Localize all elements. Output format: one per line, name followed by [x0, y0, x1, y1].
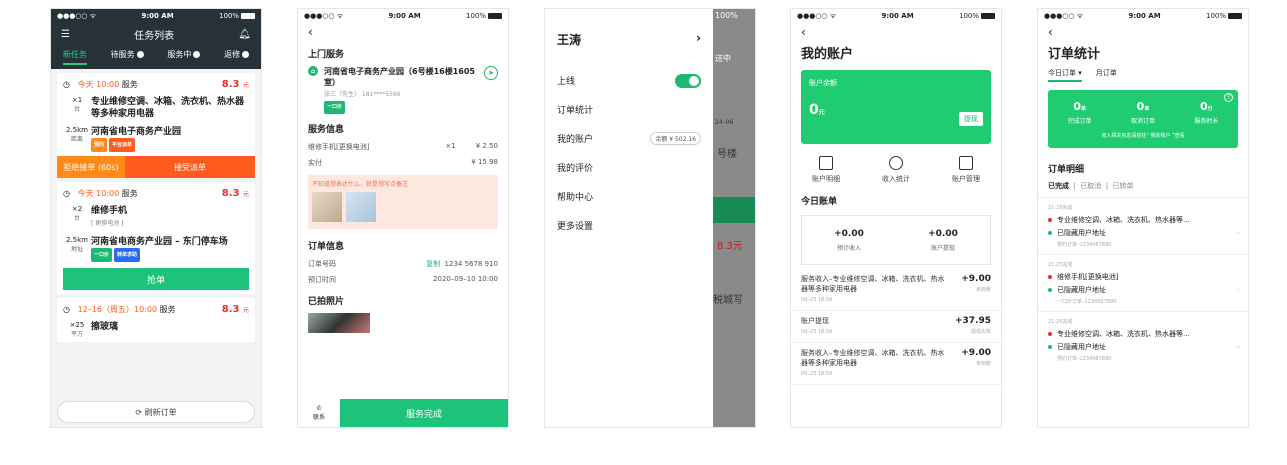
- phone-icon: ✆: [316, 405, 322, 412]
- back-icon[interactable]: ‹: [791, 23, 1001, 41]
- remark-box: 不知道想表达什么，就是想写点备注: [308, 175, 498, 229]
- dim-overlay[interactable]: 100% 送中 24–06 号楼 8.3元 税城写: [713, 9, 755, 427]
- menu-item[interactable]: 订单统计: [545, 95, 713, 124]
- complete-button[interactable]: 服务完成: [340, 399, 508, 427]
- location-icon: ⌂: [308, 66, 318, 76]
- account-detail-button[interactable]: 账户明细: [812, 156, 840, 184]
- bill-row: 服务收入–专业维修空调、冰箱、洗衣机、热水器等多种家用电器 09–23 18:59…: [791, 343, 1001, 385]
- tabs: 新任务 待服务 服务中 返修: [51, 45, 261, 65]
- status-bar: ●●●○○ ᯤ 9:00 AM 100%: [51, 9, 261, 23]
- task-card[interactable]: ◷ 今天 10:00 服务 8.3 元 ×2 台维修手机[ 更换电池 ] 2.5km…: [57, 182, 255, 294]
- tab-month[interactable]: 月订单: [1096, 68, 1117, 82]
- account-manage-button[interactable]: 账户管理: [952, 156, 980, 184]
- clock-icon: ◷: [63, 80, 70, 89]
- menu-item[interactable]: 更多设置: [545, 211, 713, 240]
- menu-online: 上线: [545, 66, 713, 95]
- filter-transfer[interactable]: 已转单: [1113, 182, 1134, 190]
- task-card[interactable]: ◷ 今天 10:00 服务 8.3 元 ×1 台专业维修空调、冰箱、洗衣机、热水器等…: [57, 73, 255, 178]
- menu-item[interactable]: 帮助中心: [545, 182, 713, 211]
- user-name: 王涛: [557, 33, 582, 47]
- tab-today[interactable]: 今日订单 ▾: [1048, 68, 1082, 82]
- order-item[interactable]: 21:25完成 维修手机[更换电池] 已隐藏用户地址 一口价订单–1234567890…: [1038, 254, 1248, 311]
- task-card[interactable]: ◷ 12–16（周五）10:00 服务 8.3 元 ×25 平方 擦玻璃: [57, 298, 255, 342]
- bell-icon[interactable]: 🔔︎: [238, 29, 251, 40]
- order-stats-screen: ●●●○○ ᯤ 9:00 AM 100% ‹ 订单统计 今日订单 ▾ 月订单 ? 0单…: [1037, 8, 1249, 428]
- refresh-button[interactable]: ⟳ 刷新订单: [57, 401, 255, 423]
- side-menu-screen: 100% 送中 24–06 号楼 8.3元 税城写 王涛 › 上线 订单统计 我的…: [544, 8, 756, 428]
- back-icon[interactable]: ‹: [298, 23, 508, 41]
- copy-button[interactable]: 复制: [426, 260, 440, 268]
- header: ●●●○○ ᯤ 9:00 AM 100% ☰ 任务列表 🔔︎ 新任务 待服务 服务中…: [51, 9, 261, 69]
- menu-icon[interactable]: ☰: [61, 29, 70, 40]
- side-menu: 王涛 › 上线 订单统计 我的账户 余额 ¥ 502.16 我的评价 帮助中心 更多…: [545, 9, 713, 427]
- chevron-right-icon[interactable]: ›: [696, 31, 701, 48]
- service-photo[interactable]: [308, 313, 370, 333]
- back-icon[interactable]: ‹: [1038, 23, 1248, 41]
- filter-done[interactable]: 已完成: [1048, 182, 1069, 190]
- tab-new[interactable]: 新任务: [62, 49, 87, 65]
- withdraw-button[interactable]: 提现: [959, 112, 983, 126]
- accept-button[interactable]: 接受派单: [125, 156, 255, 178]
- grab-button[interactable]: 抢单: [63, 268, 249, 290]
- chevron-right-icon: ›: [1236, 285, 1240, 294]
- order-detail-screen: ●●●○○ ᯤ 9:00 AM 100% ‹ 上门服务 ⌂ 河南省电子商务产业园（6号…: [297, 8, 509, 428]
- clock-icon: ◷: [63, 305, 70, 314]
- online-toggle[interactable]: [675, 73, 701, 88]
- bill-row: 服务收入–专业维修空调、冰箱、洗衣机、热水器等多种家用电器 09–23 18:59…: [791, 269, 1001, 311]
- page-title: 任务列表: [134, 30, 175, 42]
- remark-photo: [312, 192, 342, 222]
- reject-button[interactable]: 拒绝接单 (60s): [57, 156, 125, 178]
- tab-repair[interactable]: 返修: [224, 49, 250, 65]
- clock-icon: ◷: [63, 189, 70, 198]
- card-icon: [959, 156, 973, 170]
- balance-card: 账户余额 0元 提现: [801, 70, 991, 144]
- tab-pending[interactable]: 待服务: [111, 49, 144, 65]
- contact-button[interactable]: ✆ 联系: [298, 399, 340, 427]
- help-icon[interactable]: ?: [1224, 93, 1233, 102]
- income-stats-button[interactable]: 收入统计: [882, 156, 910, 184]
- tab-inservice[interactable]: 服务中: [167, 49, 201, 65]
- menu-item[interactable]: 我的账户 余额 ¥ 502.16: [545, 124, 713, 153]
- remark-photo: [346, 192, 376, 222]
- account-screen: ●●●○○ ᯤ 9:00 AM 100% ‹ 我的账户 账户余额 0元 提现 账户明…: [790, 8, 1002, 428]
- stats-card: ? 0单 完成订单 0单 取消订单 0分 服务时长 收入相关信息请前往“ 我的账户 ”…: [1048, 90, 1238, 148]
- pie-icon: [889, 156, 903, 170]
- order-item[interactable]: 21:25完成 专业维修空调、冰箱、洗衣机、热水器等… 已隐藏用户地址 预约订单–12…: [1038, 197, 1248, 254]
- menu-item[interactable]: 我的评价: [545, 153, 713, 182]
- bill-row: 账户提现 09–23 18:59 +37.95 提现失败: [791, 311, 1001, 343]
- chevron-right-icon: ›: [1236, 228, 1240, 237]
- refresh-icon: ⟳: [135, 407, 143, 417]
- navigate-icon[interactable]: ➤: [484, 66, 498, 80]
- filter-cancel[interactable]: 已取消: [1080, 182, 1101, 190]
- chevron-right-icon: ›: [1236, 342, 1240, 351]
- order-item[interactable]: 21:25完成 专业维修空调、冰箱、洗衣机、热水器等… 已隐藏用户地址 预约订单–12…: [1038, 311, 1248, 368]
- list-icon: [819, 156, 833, 170]
- task-list-screen: ●●●○○ ᯤ 9:00 AM 100% ☰ 任务列表 🔔︎ 新任务 待服务 服务中…: [50, 8, 262, 428]
